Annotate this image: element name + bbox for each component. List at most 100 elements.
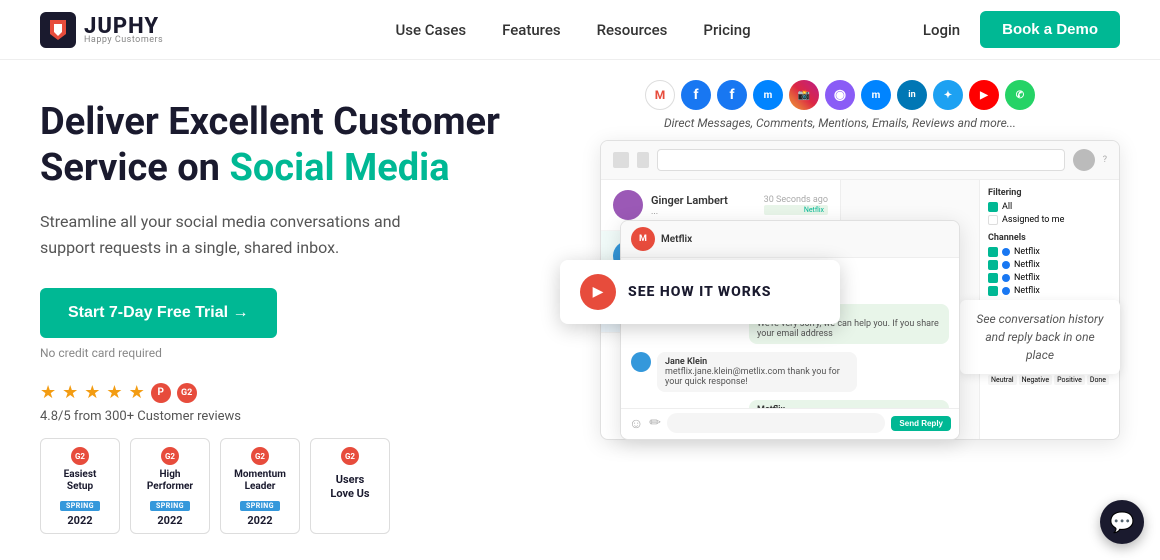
channel-checkbox-4[interactable] [988,286,998,296]
msg-4: Metflix Hey Jane, your problem solved, h… [631,400,949,408]
channel-4: Netflix [988,286,1111,296]
toolbar-icon-2 [637,152,649,168]
toolbar-icon [613,152,629,168]
hero-section: Deliver Excellent Customer Service on So… [40,60,560,560]
instagram-icon: 📸 [789,80,819,110]
channel-1: Netflix [988,247,1111,257]
user-avatar-toolbar [1073,149,1095,171]
linkedin-icon: in [897,80,927,110]
badge-season-1: SPRING [60,501,100,511]
badge-title-1: EasiestSetup [45,469,115,493]
tags-grid: Neutral Negative Positive Done [988,375,1111,385]
filter-title: Filtering [988,188,1111,198]
dashboard-preview: M f f m 📸 ◉ m in ✦ ▶ ✆ Direct Messages, … [560,60,1120,560]
tag-positive[interactable]: Positive [1054,375,1085,385]
item-preview-1: ... [651,207,756,217]
reply-input[interactable] [667,413,885,433]
threads-icon: ◉ [825,80,855,110]
conv-footer: ☺ ✏ Send Reply [621,408,959,437]
whatsapp-icon: ✆ [1005,80,1035,110]
badge-season-3: SPRING [240,501,280,511]
g2-icon-1: G2 [71,447,89,465]
tag-done[interactable]: Done [1087,375,1109,385]
see-how-text: SEE HOW IT WORKS [628,284,771,300]
chat-bubble-icon: 💬 [1110,510,1135,534]
badge-title-4: UsersLove Us [315,473,385,499]
badge-momentum-leader: G2 MomentumLeader SPRING 2022 [220,438,300,534]
inbox-search[interactable] [657,149,1065,171]
item-info-1: Ginger Lambert ... [651,194,756,217]
badge-title-2: HighPerformer [135,469,205,493]
twitter-icon: ✦ [933,80,963,110]
send-button[interactable]: Send Reply [891,416,951,431]
dashboard-mockup: ? Ginger Lambert ... 30 Seconds ago [560,140,1120,500]
trial-button[interactable]: Start 7-Day Free Trial → [40,288,277,338]
chat-bubble-button[interactable]: 💬 [1100,500,1144,544]
badge-easiest-setup: G2 EasiestSetup SPRING 2022 [40,438,120,534]
emoji-icon[interactable]: ☺ [629,415,643,432]
attach-icon[interactable]: ✏ [649,415,661,431]
msg-avatar-3 [631,352,651,372]
checkbox-assigned[interactable] [988,215,998,225]
logo-sub: Happy Customers [84,35,163,45]
help-icon: ? [1103,155,1107,165]
channel-checkbox-3[interactable] [988,273,998,283]
gmail-icon: M [645,80,675,110]
checkbox-all[interactable] [988,202,998,212]
msg-3: Jane Klein metflix.jane.klein@metlix.com… [631,352,949,392]
item-name-1: Ginger Lambert [651,194,756,207]
youtube-icon: ▶ [969,80,999,110]
inbox-toolbar: ? [601,141,1119,180]
logo-icon [40,12,76,48]
messenger2-icon: m [861,80,891,110]
tag-negative[interactable]: Negative [1019,375,1053,385]
nav-resources[interactable]: Resources [597,21,668,39]
star-4: ★ [106,382,122,403]
main-nav: Use Cases Features Resources Pricing [223,21,923,39]
hero-title-line1: Deliver Excellent Customer [40,100,500,144]
producthunt-badge: P [151,383,171,403]
messenger-icon: m [753,80,783,110]
annotation-box: ↙ See conversation history and reply bac… [960,300,1120,374]
hero-subtitle: Streamline all your social media convers… [40,209,420,260]
nav-use-cases[interactable]: Use Cases [395,21,466,39]
badge-year-1: 2022 [45,514,115,527]
rating-row: ★ ★ ★ ★ ★ P G2 [40,382,540,403]
star-5: ★ [129,382,145,403]
conversation-overlay-panel: M Metflix Jane Klein Hello Metflix Team,… [620,220,960,440]
annotation-text: See conversation history and reply back … [976,312,1103,362]
channel-dot-3 [1002,274,1010,282]
channels-title: Channels [988,233,1111,243]
badge-users-love: G2 UsersLove Us [310,438,390,534]
facebook-icon: f [681,80,711,110]
nav-features[interactable]: Features [502,21,560,39]
book-demo-button[interactable]: Book a Demo [980,11,1120,48]
channel-checkbox-2[interactable] [988,260,998,270]
logo[interactable]: JUPHY Happy Customers [40,12,163,48]
channel-2: Netflix [988,260,1111,270]
star-2: ★ [62,382,78,403]
filter-assigned[interactable]: Assigned to me [988,215,1111,225]
nav-pricing[interactable]: Pricing [703,21,750,39]
star-3: ★ [84,382,100,403]
play-button[interactable]: ▶ [580,274,616,310]
tag-neutral[interactable]: Neutral [988,375,1017,385]
filter-all[interactable]: All [988,202,1111,212]
msg-content-3: Jane Klein metflix.jane.klein@metlix.com… [657,352,857,392]
rating-text: 4.8/5 from 300+ Customer reviews [40,409,540,424]
badge-year-2: 2022 [135,514,205,527]
star-1: ★ [40,382,56,403]
social-subtitle: Direct Messages, Comments, Mentions, Ema… [560,116,1120,130]
video-overlay[interactable]: ▶ SEE HOW IT WORKS [560,260,840,324]
item-tag-1: Netflix [764,205,828,215]
msg-sender-4: Metflix [757,405,941,408]
login-button[interactable]: Login [923,21,960,39]
conv-header: M Metflix [621,221,959,258]
no-cc-text: No credit card required [40,346,540,360]
badge-high-performer: G2 HighPerformer SPRING 2022 [130,438,210,534]
item-meta-1: 30 Seconds ago Netflix [764,195,828,215]
badge-title-3: MomentumLeader [225,469,295,493]
msg-sender-3: Jane Klein [665,357,849,367]
award-badges: G2 EasiestSetup SPRING 2022 G2 HighPerfo… [40,438,540,534]
channel-checkbox-1[interactable] [988,247,998,257]
